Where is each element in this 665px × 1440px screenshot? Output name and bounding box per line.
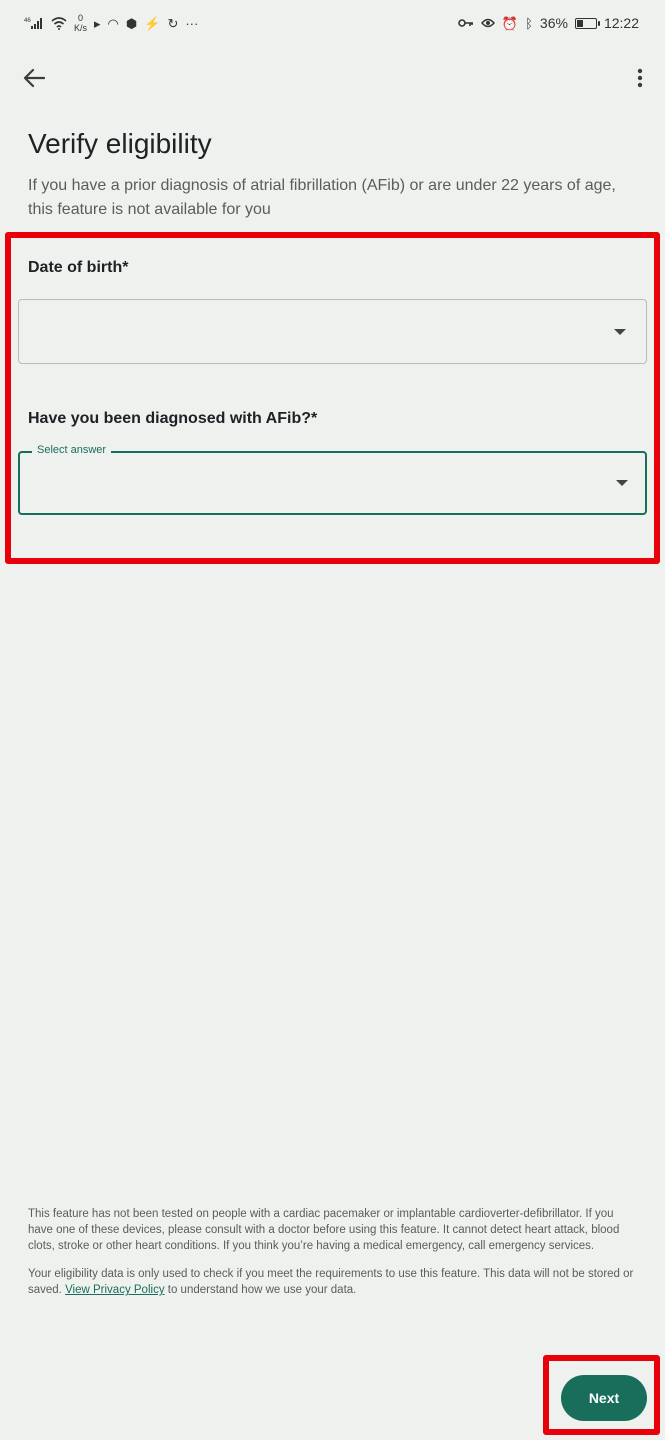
status-bar-left: 46 0 K/s ▸ ◠ ⬢ ⚡ ↻ ··· [24, 13, 198, 33]
privacy-policy-link[interactable]: View Privacy Policy [65, 1284, 165, 1296]
disclaimer: This feature has not been tested on peop… [28, 1206, 638, 1310]
battery-icon [574, 17, 600, 29]
status-bar: 46 0 K/s ▸ ◠ ⬢ ⚡ ↻ ··· ⏰ ᛒ 36% 12:22 [0, 0, 665, 46]
page-title: Verify eligibility [28, 128, 212, 159]
afib-floating-label: Select answer [32, 444, 112, 456]
more-notifications-icon: ··· [185, 15, 199, 31]
disclaimer-paragraph-2: Your eligibility data is only used to ch… [28, 1266, 638, 1298]
battery-level [576, 19, 584, 27]
next-button[interactable]: Next [561, 1375, 647, 1421]
back-button[interactable] [18, 62, 50, 94]
data-rate-unit: K/s [74, 23, 88, 33]
page-subtitle: If you have a prior diagnosis of atrial … [28, 177, 616, 218]
arrow-drop-down-icon [614, 328, 626, 335]
bolt-icon: ⚡ [144, 15, 161, 31]
date-of-birth-dropdown[interactable] [18, 299, 647, 364]
more-options-button[interactable] [629, 62, 651, 94]
data-rate: 0 K/s [74, 13, 87, 33]
top-app-bar [0, 58, 665, 100]
sync-icon: ↻ [167, 15, 179, 31]
disclaimer-paragraph-1: This feature has not been tested on peop… [28, 1208, 620, 1252]
network-type-text: 46 [24, 18, 31, 24]
afib-label: Have you been diagnosed with AFib?* [28, 410, 318, 427]
eye-icon [480, 18, 495, 28]
signal-icon: 46 [24, 16, 44, 30]
bluetooth-icon: ᛒ [525, 15, 533, 31]
battery-percent: 36% [539, 15, 568, 31]
more-vert-icon [637, 68, 643, 88]
dob-label: Date of birth* [28, 259, 129, 276]
wifi-icon [51, 16, 67, 30]
status-bar-right: ⏰ ᛒ 36% 12:22 [458, 15, 639, 31]
arrow-drop-down-icon [616, 480, 628, 486]
cloud-icon: ◠ [107, 15, 119, 31]
clock: 12:22 [603, 15, 639, 31]
arrow-back-icon [23, 68, 45, 88]
key-icon [458, 18, 474, 28]
data-rate-value: 0 [78, 13, 84, 23]
play-icon: ▸ [94, 15, 101, 31]
disclaimer-text-after: to understand how we use your data. [164, 1284, 357, 1296]
afib-answer-dropdown[interactable]: Select answer [18, 444, 647, 515]
shield-icon: ⬢ [125, 15, 138, 31]
alarm-icon: ⏰ [501, 15, 519, 31]
